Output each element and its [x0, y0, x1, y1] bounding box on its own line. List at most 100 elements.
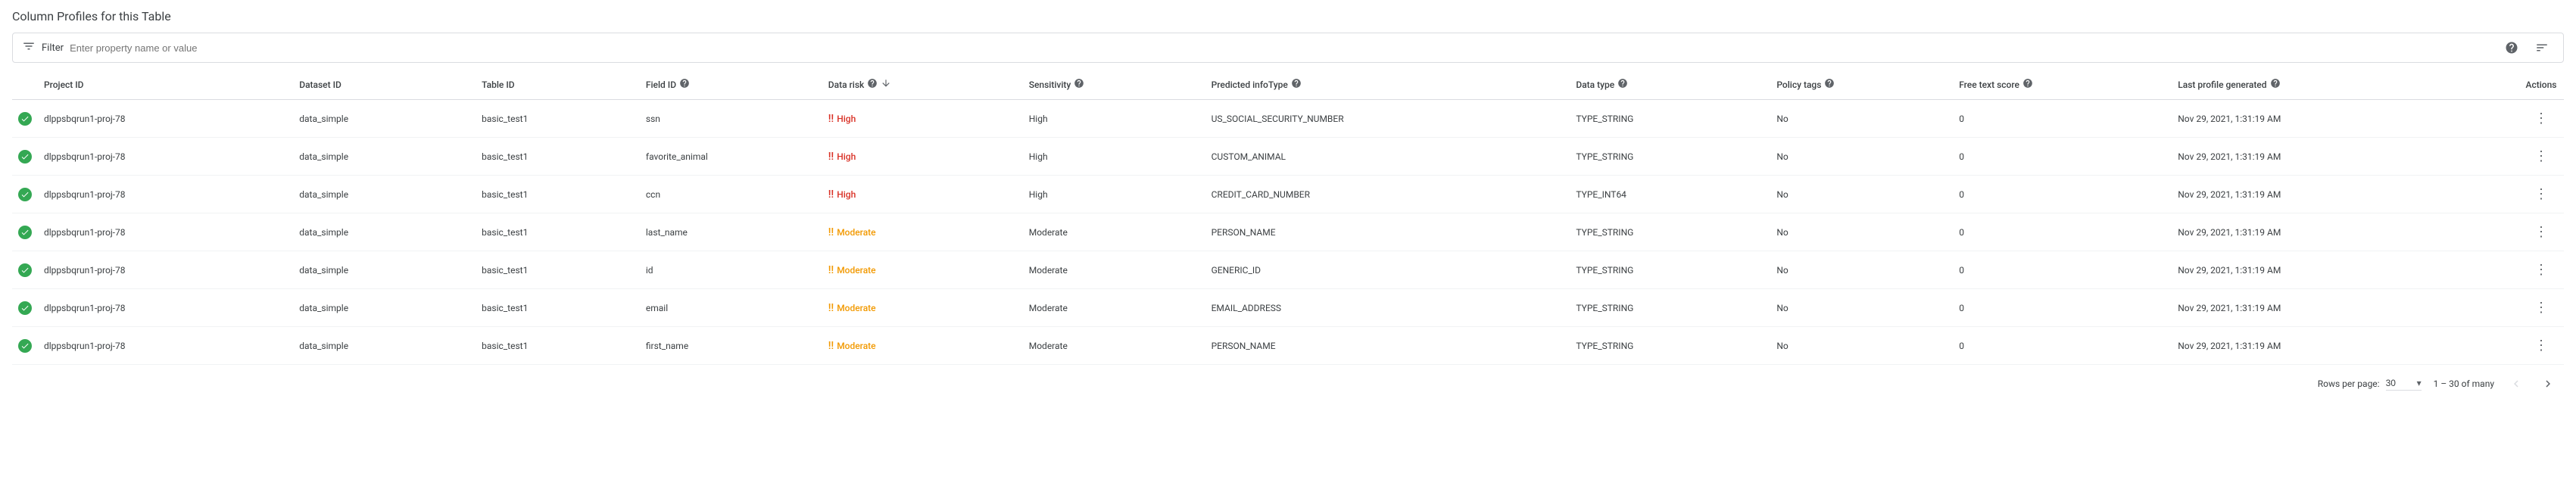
row-dataset-id: data_simple — [293, 100, 476, 138]
row-actions-button[interactable]: ⋮ — [2531, 259, 2551, 281]
risk-icon: ‼ — [828, 151, 834, 163]
row-project-id: dlppsbqrun1-proj-78 — [38, 289, 293, 327]
row-last-profile-generated: Nov 29, 2021, 1:31:19 AM — [2172, 100, 2518, 138]
row-predicted-info-type: EMAIL_ADDRESS — [1205, 289, 1570, 327]
row-table-id: basic_test1 — [476, 251, 640, 289]
row-data-type: TYPE_STRING — [1570, 251, 1770, 289]
col-header-project-id: Project ID — [38, 70, 293, 100]
row-dataset-id: data_simple — [293, 213, 476, 251]
row-sensitivity: Moderate — [1023, 251, 1205, 289]
data-type-help-icon[interactable] — [1617, 78, 1628, 92]
table-body: dlppsbqrun1-proj-78 data_simple basic_te… — [12, 100, 2564, 365]
row-field-id: ccn — [640, 176, 822, 213]
policy-tags-help-icon[interactable] — [1824, 78, 1835, 92]
row-project-id: dlppsbqrun1-proj-78 — [38, 327, 293, 365]
last-profile-help-icon[interactable] — [2270, 78, 2281, 92]
row-actions-cell: ⋮ — [2518, 213, 2564, 251]
row-last-profile-generated: Nov 29, 2021, 1:31:19 AM — [2172, 138, 2518, 176]
table-row: dlppsbqrun1-proj-78 data_simple basic_te… — [12, 176, 2564, 213]
row-sensitivity: High — [1023, 138, 1205, 176]
table-row: dlppsbqrun1-proj-78 data_simple basic_te… — [12, 251, 2564, 289]
row-data-type: TYPE_STRING — [1570, 289, 1770, 327]
row-free-text-score: 0 — [1953, 327, 2172, 365]
row-dataset-id: data_simple — [293, 251, 476, 289]
row-actions-button[interactable]: ⋮ — [2531, 145, 2551, 167]
page-container: Column Profiles for this Table Filter — [0, 0, 2576, 403]
risk-icon: ‼ — [828, 226, 834, 238]
row-sensitivity: High — [1023, 100, 1205, 138]
status-check-icon — [18, 112, 32, 126]
row-data-type: TYPE_STRING — [1570, 327, 1770, 365]
row-dataset-id: data_simple — [293, 138, 476, 176]
row-field-id: ssn — [640, 100, 822, 138]
row-table-id: basic_test1 — [476, 327, 640, 365]
filter-label: Filter — [42, 42, 64, 54]
row-actions-button[interactable]: ⋮ — [2531, 297, 2551, 319]
rows-per-page-select[interactable]: 10 25 30 50 100 — [2386, 378, 2414, 388]
row-table-id: basic_test1 — [476, 213, 640, 251]
col-header-predicted-info-type: Predicted infoType — [1205, 70, 1570, 100]
filter-input[interactable] — [70, 42, 2500, 54]
row-actions-cell: ⋮ — [2518, 251, 2564, 289]
row-predicted-info-type: PERSON_NAME — [1205, 327, 1570, 365]
field-id-help-icon[interactable] — [679, 78, 690, 92]
free-text-score-help-icon[interactable] — [2022, 78, 2033, 92]
risk-icon: ‼ — [828, 188, 834, 201]
row-actions-cell: ⋮ — [2518, 100, 2564, 138]
page-title: Column Profiles for this Table — [12, 9, 2564, 23]
row-field-id: favorite_animal — [640, 138, 822, 176]
row-project-id: dlppsbqrun1-proj-78 — [38, 138, 293, 176]
rows-select-wrap: 10 25 30 50 100 ▾ — [2386, 378, 2422, 391]
data-risk-help-icon[interactable] — [867, 78, 878, 92]
col-header-dataset-id: Dataset ID — [293, 70, 476, 100]
risk-badge: ‼ High — [828, 113, 856, 125]
col-header-policy-tags: Policy tags — [1770, 70, 1953, 100]
row-predicted-info-type: CUSTOM_ANIMAL — [1205, 138, 1570, 176]
predicted-info-type-help-icon[interactable] — [1291, 78, 1302, 92]
row-policy-tags: No — [1770, 138, 1953, 176]
row-free-text-score: 0 — [1953, 138, 2172, 176]
row-dataset-id: data_simple — [293, 327, 476, 365]
row-project-id: dlppsbqrun1-proj-78 — [38, 100, 293, 138]
row-sensitivity: Moderate — [1023, 289, 1205, 327]
status-check-icon — [18, 188, 32, 201]
help-button[interactable] — [2500, 36, 2524, 60]
row-project-id: dlppsbqrun1-proj-78 — [38, 251, 293, 289]
sensitivity-help-icon[interactable] — [1074, 78, 1084, 92]
row-actions-button[interactable]: ⋮ — [2531, 183, 2551, 205]
row-actions-button[interactable]: ⋮ — [2531, 221, 2551, 243]
row-actions-cell: ⋮ — [2518, 289, 2564, 327]
col-header-table-id: Table ID — [476, 70, 640, 100]
row-data-risk: ‼ High — [822, 138, 1023, 176]
table-row: dlppsbqrun1-proj-78 data_simple basic_te… — [12, 289, 2564, 327]
row-dataset-id: data_simple — [293, 176, 476, 213]
risk-badge: ‼ Moderate — [828, 302, 876, 314]
row-data-risk: ‼ Moderate — [822, 213, 1023, 251]
col-header-field-id: Field ID — [640, 70, 822, 100]
row-policy-tags: No — [1770, 100, 1953, 138]
row-free-text-score: 0 — [1953, 251, 2172, 289]
status-check-icon — [18, 263, 32, 277]
row-policy-tags: No — [1770, 251, 1953, 289]
col-header-free-text-score: Free text score — [1953, 70, 2172, 100]
row-last-profile-generated: Nov 29, 2021, 1:31:19 AM — [2172, 289, 2518, 327]
row-data-type: TYPE_STRING — [1570, 100, 1770, 138]
row-data-risk: ‼ Moderate — [822, 289, 1023, 327]
status-check-icon — [18, 301, 32, 315]
row-policy-tags: No — [1770, 289, 1953, 327]
row-sensitivity: Moderate — [1023, 213, 1205, 251]
next-page-button[interactable] — [2538, 374, 2558, 394]
row-policy-tags: No — [1770, 327, 1953, 365]
columns-button[interactable] — [2530, 36, 2554, 60]
row-data-risk: ‼ Moderate — [822, 327, 1023, 365]
data-risk-sort-icon[interactable] — [881, 78, 891, 92]
row-predicted-info-type: US_SOCIAL_SECURITY_NUMBER — [1205, 100, 1570, 138]
row-data-type: TYPE_STRING — [1570, 138, 1770, 176]
row-actions-button[interactable]: ⋮ — [2531, 107, 2551, 129]
data-table: Project ID Dataset ID Table ID Field ID — [12, 70, 2564, 365]
filter-actions — [2500, 36, 2554, 60]
prev-page-button[interactable] — [2506, 374, 2526, 394]
row-actions-button[interactable]: ⋮ — [2531, 335, 2551, 357]
row-status-cell — [12, 213, 38, 251]
row-sensitivity: Moderate — [1023, 327, 1205, 365]
